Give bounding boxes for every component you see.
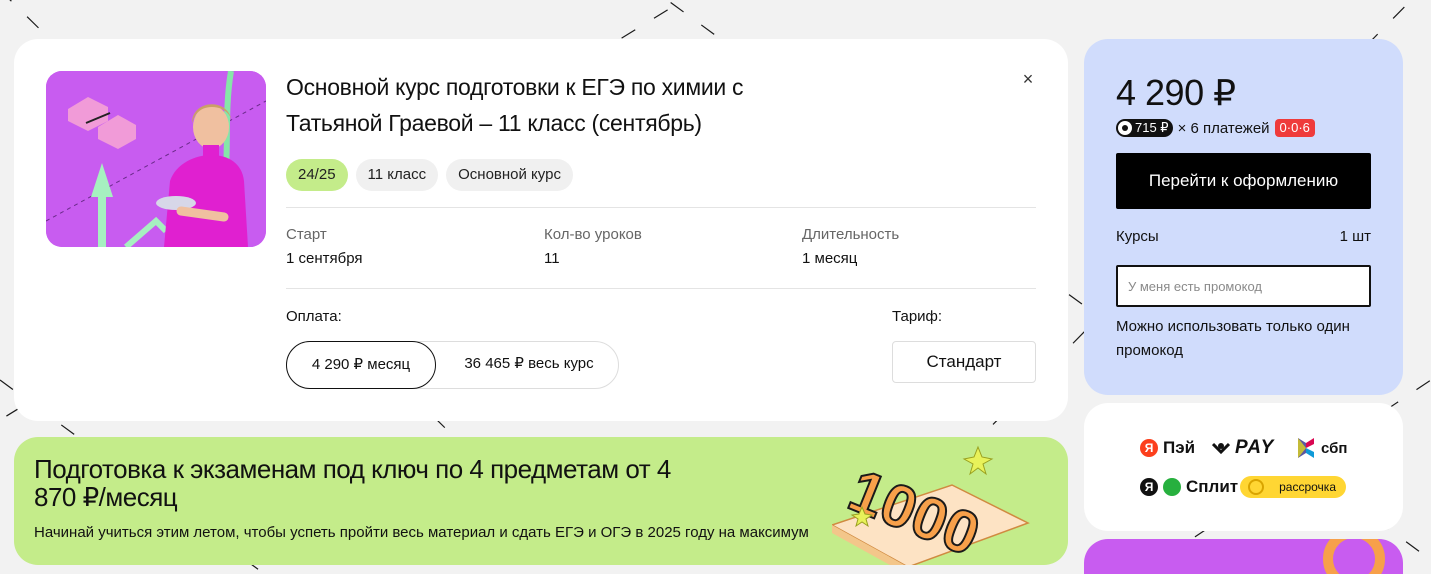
sber-pay-label: PAY: [1235, 437, 1275, 458]
course-tags: 24/25 11 класс Основной курс: [286, 159, 573, 191]
payment-toggle: 4 290 ₽ месяц 36 465 ₽ весь курс: [286, 341, 619, 389]
banner-title: Подготовка к экзаменам под ключ по 4 пре…: [34, 454, 671, 512]
course-teacher-image: [46, 71, 266, 247]
split-icon: [1118, 121, 1132, 135]
close-icon[interactable]: ×: [1018, 69, 1038, 89]
banner-text: Начинай учиться этим летом, чтобы успеть…: [34, 524, 809, 541]
tariff-select[interactable]: Стандарт: [892, 341, 1036, 383]
yandex-icon: Я: [1140, 478, 1158, 496]
info-lessons-label: Кол-во уроков: [544, 226, 642, 243]
payment-methods-card: Я Пэй PAY сбп Я Сплит рассрочка: [1084, 403, 1403, 531]
split-chip: 715 ₽: [1116, 119, 1173, 137]
payment-option-monthly[interactable]: 4 290 ₽ месяц: [286, 341, 436, 389]
divider: [286, 288, 1036, 289]
partial-card-art: [1323, 539, 1385, 574]
info-duration-label: Длительность: [802, 226, 900, 243]
info-duration-value: 1 месяц: [802, 250, 858, 267]
coin-icon: [1248, 479, 1264, 495]
promo-note: Можно использовать только один промокод: [1116, 318, 1350, 359]
info-start-label: Старт: [286, 226, 327, 243]
sbp-logo: сбп: [1296, 436, 1347, 460]
price-card: 4 290 ₽ 715 ₽ × 6 платежей 0·0·6 Перейти…: [1084, 39, 1403, 395]
partial-promo-card[interactable]: [1084, 539, 1403, 574]
split-leaf-icon: [1163, 478, 1181, 496]
yandex-icon: Я: [1140, 439, 1158, 457]
courses-count: 1 шт: [1339, 228, 1371, 245]
split-amount: 715 ₽: [1135, 120, 1169, 135]
course-title: Основной курс подготовки к ЕГЭ по химии …: [286, 74, 744, 136]
courses-label: Курсы: [1116, 228, 1159, 245]
split-label: Сплит: [1186, 477, 1239, 496]
info-start: Старт 1 сентября: [286, 225, 526, 269]
sber-pay-logo: PAY: [1212, 436, 1274, 460]
payment-option-full[interactable]: 36 465 ₽ весь курс: [447, 341, 611, 389]
installment-logo: рассрочка: [1240, 476, 1346, 498]
course-card: Основной курс подготовки к ЕГЭ по химии …: [14, 39, 1068, 421]
info-start-value: 1 сентября: [286, 250, 363, 267]
installment-text: × 6 платежей: [1177, 119, 1270, 137]
courses-summary: Курсы 1 шт: [1116, 227, 1371, 247]
info-lessons-value: 11: [544, 250, 560, 267]
yandex-pay-logo: Я Пэй: [1140, 436, 1195, 460]
installment-label: рассрочка: [1279, 480, 1336, 494]
price-amount: 4 290 ₽: [1116, 72, 1236, 113]
yandex-pay-label: Пэй: [1163, 438, 1196, 457]
info-lessons: Кол-во уроков 11: [544, 225, 784, 269]
tag-year: 24/25: [286, 159, 348, 191]
promo-code-input[interactable]: [1116, 265, 1371, 307]
installment-badge: 0·0·6: [1274, 119, 1315, 137]
tag-course-type: Основной курс: [446, 159, 573, 191]
payment-label: Оплата:: [286, 308, 342, 325]
tariff-label: Тариф:: [892, 308, 943, 325]
yandex-split-logo: Я Сплит: [1140, 475, 1238, 499]
installment-info: 715 ₽ × 6 платежей 0·0·6: [1116, 119, 1315, 137]
banner-1000-illustration: 1000: [832, 445, 1030, 565]
sbp-icon: [1298, 438, 1314, 458]
tag-grade: 11 класс: [355, 159, 439, 191]
info-duration: Длительность 1 месяц: [802, 225, 1042, 269]
divider: [286, 207, 1036, 208]
promo-banner[interactable]: Подготовка к экзаменам под ключ по 4 пре…: [14, 437, 1068, 565]
sbp-label: сбп: [1321, 439, 1348, 457]
checkout-button[interactable]: Перейти к оформлению: [1116, 153, 1371, 209]
sber-icon: [1212, 442, 1230, 455]
